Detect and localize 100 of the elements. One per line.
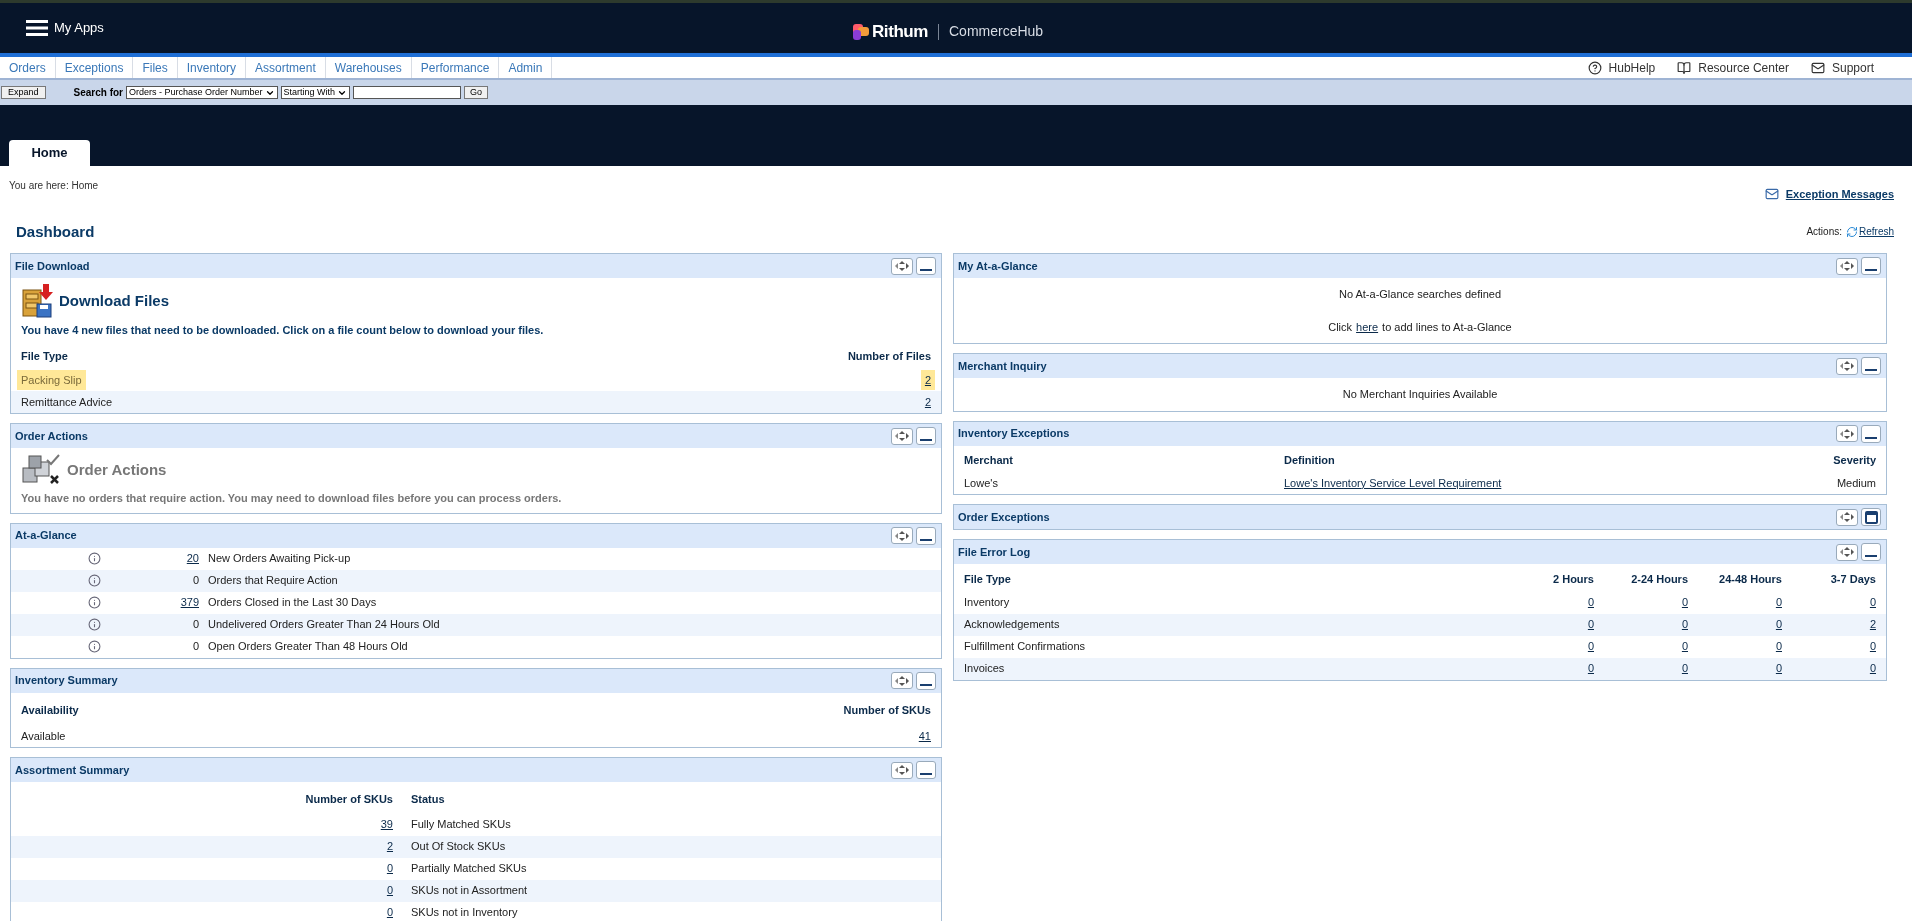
add-lines-link[interactable]: here bbox=[1356, 318, 1379, 335]
info-icon[interactable] bbox=[88, 552, 101, 565]
minimize-button[interactable] bbox=[916, 671, 936, 690]
nav-menu-item[interactable]: Inventory bbox=[177, 57, 247, 78]
file-type-label: Acknowledgements bbox=[964, 617, 1061, 633]
go-button[interactable]: Go bbox=[464, 86, 489, 99]
error-count-link[interactable]: 0 bbox=[1587, 618, 1594, 631]
move-handle[interactable] bbox=[1836, 425, 1858, 442]
move-handle[interactable] bbox=[891, 761, 913, 779]
tab[interactable]: Home bbox=[9, 140, 90, 166]
error-count-link[interactable]: 0 bbox=[1775, 662, 1782, 675]
match-type-select[interactable]: Starting With bbox=[280, 86, 351, 99]
file-type-label: Inventory bbox=[964, 595, 1011, 611]
order-count-link[interactable]: 379 bbox=[180, 596, 199, 609]
error-count-link[interactable]: 0 bbox=[1681, 662, 1688, 675]
menu-button[interactable]: My Apps bbox=[26, 18, 104, 38]
status-label: Out Of Stock SKUs bbox=[411, 839, 506, 855]
move-handle[interactable] bbox=[1836, 508, 1858, 526]
panel-title: Inventory Exceptions bbox=[958, 426, 1070, 442]
move-handle[interactable] bbox=[891, 527, 913, 544]
minimize-button[interactable] bbox=[916, 526, 936, 545]
glance-label: Orders that Require Action bbox=[208, 573, 338, 589]
move-handle[interactable] bbox=[891, 672, 913, 689]
nav-menu-item[interactable]: Files bbox=[133, 57, 178, 78]
sku-count-link[interactable]: 0 bbox=[386, 884, 393, 897]
exception-messages-link[interactable]: Exception Messages bbox=[1764, 186, 1894, 203]
file-type-label: Fulfillment Confirmations bbox=[964, 639, 1087, 655]
nav-menu-item[interactable]: Performance bbox=[411, 57, 500, 78]
order-count: 0 bbox=[192, 574, 199, 587]
minimize-button[interactable] bbox=[1861, 424, 1881, 443]
minimize-button[interactable] bbox=[1861, 543, 1881, 561]
sku-count-link[interactable]: 0 bbox=[386, 862, 393, 875]
error-count-link[interactable]: 0 bbox=[1587, 662, 1594, 675]
search-label: Search for bbox=[73, 86, 123, 100]
status-label: Fully Matched SKUs bbox=[411, 817, 511, 833]
minimize-button[interactable] bbox=[1861, 357, 1881, 375]
info-icon[interactable] bbox=[88, 574, 101, 587]
refresh-link[interactable]: Refresh bbox=[1846, 224, 1894, 239]
error-count-link[interactable]: 0 bbox=[1869, 596, 1876, 609]
error-count-link[interactable]: 0 bbox=[1681, 618, 1688, 631]
error-count-link[interactable]: 0 bbox=[1775, 640, 1782, 653]
glance-label: Undelivered Orders Greater Than 24 Hours Old bbox=[208, 617, 440, 633]
minimize-button[interactable] bbox=[916, 257, 936, 275]
definition-link[interactable]: Lowe's Inventory Service Level Requirement bbox=[1284, 476, 1502, 489]
expand-button[interactable]: Expand bbox=[1, 86, 46, 99]
move-handle[interactable] bbox=[1836, 543, 1858, 561]
error-count-link[interactable]: 0 bbox=[1775, 596, 1782, 609]
help-link[interactable]: HubHelp bbox=[1587, 58, 1656, 77]
nav-menu-item[interactable]: Admin bbox=[499, 57, 553, 78]
sku-count-link[interactable]: 41 bbox=[918, 727, 931, 745]
file-count-link[interactable]: 2 bbox=[920, 391, 935, 413]
error-count-link[interactable]: 0 bbox=[1681, 640, 1688, 653]
empty-message: No At-a-Glance searches defined bbox=[1337, 287, 1502, 302]
error-count-link[interactable]: 2 bbox=[1869, 618, 1876, 631]
brand-name: Rithum bbox=[872, 21, 928, 43]
info-icon[interactable] bbox=[88, 640, 101, 653]
error-count-link[interactable]: 0 bbox=[1869, 640, 1876, 653]
search-field[interactable] bbox=[353, 86, 462, 99]
order-count-link[interactable]: 20 bbox=[186, 552, 199, 565]
nav-menu-item[interactable]: Exceptions bbox=[55, 57, 134, 78]
error-count-link[interactable]: 0 bbox=[1681, 596, 1688, 609]
nav-menu-item[interactable]: Assortment bbox=[246, 57, 326, 78]
help-link[interactable]: Resource Center bbox=[1677, 58, 1789, 77]
error-count-link[interactable]: 0 bbox=[1869, 662, 1876, 675]
minimize-button[interactable] bbox=[916, 427, 936, 445]
column-header: Severity bbox=[1833, 452, 1876, 468]
minimize-button[interactable] bbox=[916, 761, 936, 779]
status-label: SKUs not in Assortment bbox=[411, 883, 528, 899]
move-handle[interactable] bbox=[891, 427, 913, 445]
panel-title: Order Exceptions bbox=[958, 509, 1050, 525]
sku-count-link[interactable]: 2 bbox=[386, 840, 393, 853]
search-type-select[interactable]: Orders - Purchase Order Number bbox=[126, 86, 278, 99]
sku-count-link[interactable]: 39 bbox=[380, 818, 393, 831]
move-handle[interactable] bbox=[1836, 357, 1858, 375]
column-header: 2-24 Hours bbox=[1630, 572, 1688, 587]
menu-icon bbox=[26, 20, 48, 36]
nav-menu-item[interactable]: Orders bbox=[0, 57, 56, 78]
nav-menu-item[interactable]: Warehouses bbox=[325, 57, 412, 78]
minimize-button[interactable] bbox=[1861, 257, 1881, 275]
file-type-label: Remittance Advice bbox=[20, 394, 114, 410]
maximize-button[interactable] bbox=[1861, 508, 1881, 526]
error-count-link[interactable]: 0 bbox=[1587, 596, 1594, 609]
info-icon[interactable] bbox=[88, 618, 101, 631]
panel-title: Order Actions bbox=[15, 428, 88, 444]
column-header: File Type bbox=[21, 348, 68, 364]
move-handle[interactable] bbox=[1836, 257, 1858, 275]
column-header: Availability bbox=[21, 702, 79, 718]
product-name: CommerceHub bbox=[949, 22, 1044, 42]
panel-heading: Order Actions bbox=[67, 459, 167, 480]
column-header: Number of SKUs bbox=[304, 792, 393, 807]
panel-title: Merchant Inquiry bbox=[958, 358, 1047, 374]
sku-count-link[interactable]: 0 bbox=[386, 906, 393, 919]
help-link[interactable]: Support bbox=[1810, 58, 1874, 77]
error-count-link[interactable]: 0 bbox=[1775, 618, 1782, 631]
error-count-link[interactable]: 0 bbox=[1587, 640, 1594, 653]
info-icon[interactable] bbox=[88, 596, 101, 609]
file-count-link[interactable]: 2 bbox=[920, 369, 935, 391]
order-count: 0 bbox=[192, 640, 199, 653]
download-message: You have 4 new files that need to be downloaded. Click on a file count below to download your files. bbox=[20, 323, 545, 338]
move-handle[interactable] bbox=[891, 257, 913, 275]
